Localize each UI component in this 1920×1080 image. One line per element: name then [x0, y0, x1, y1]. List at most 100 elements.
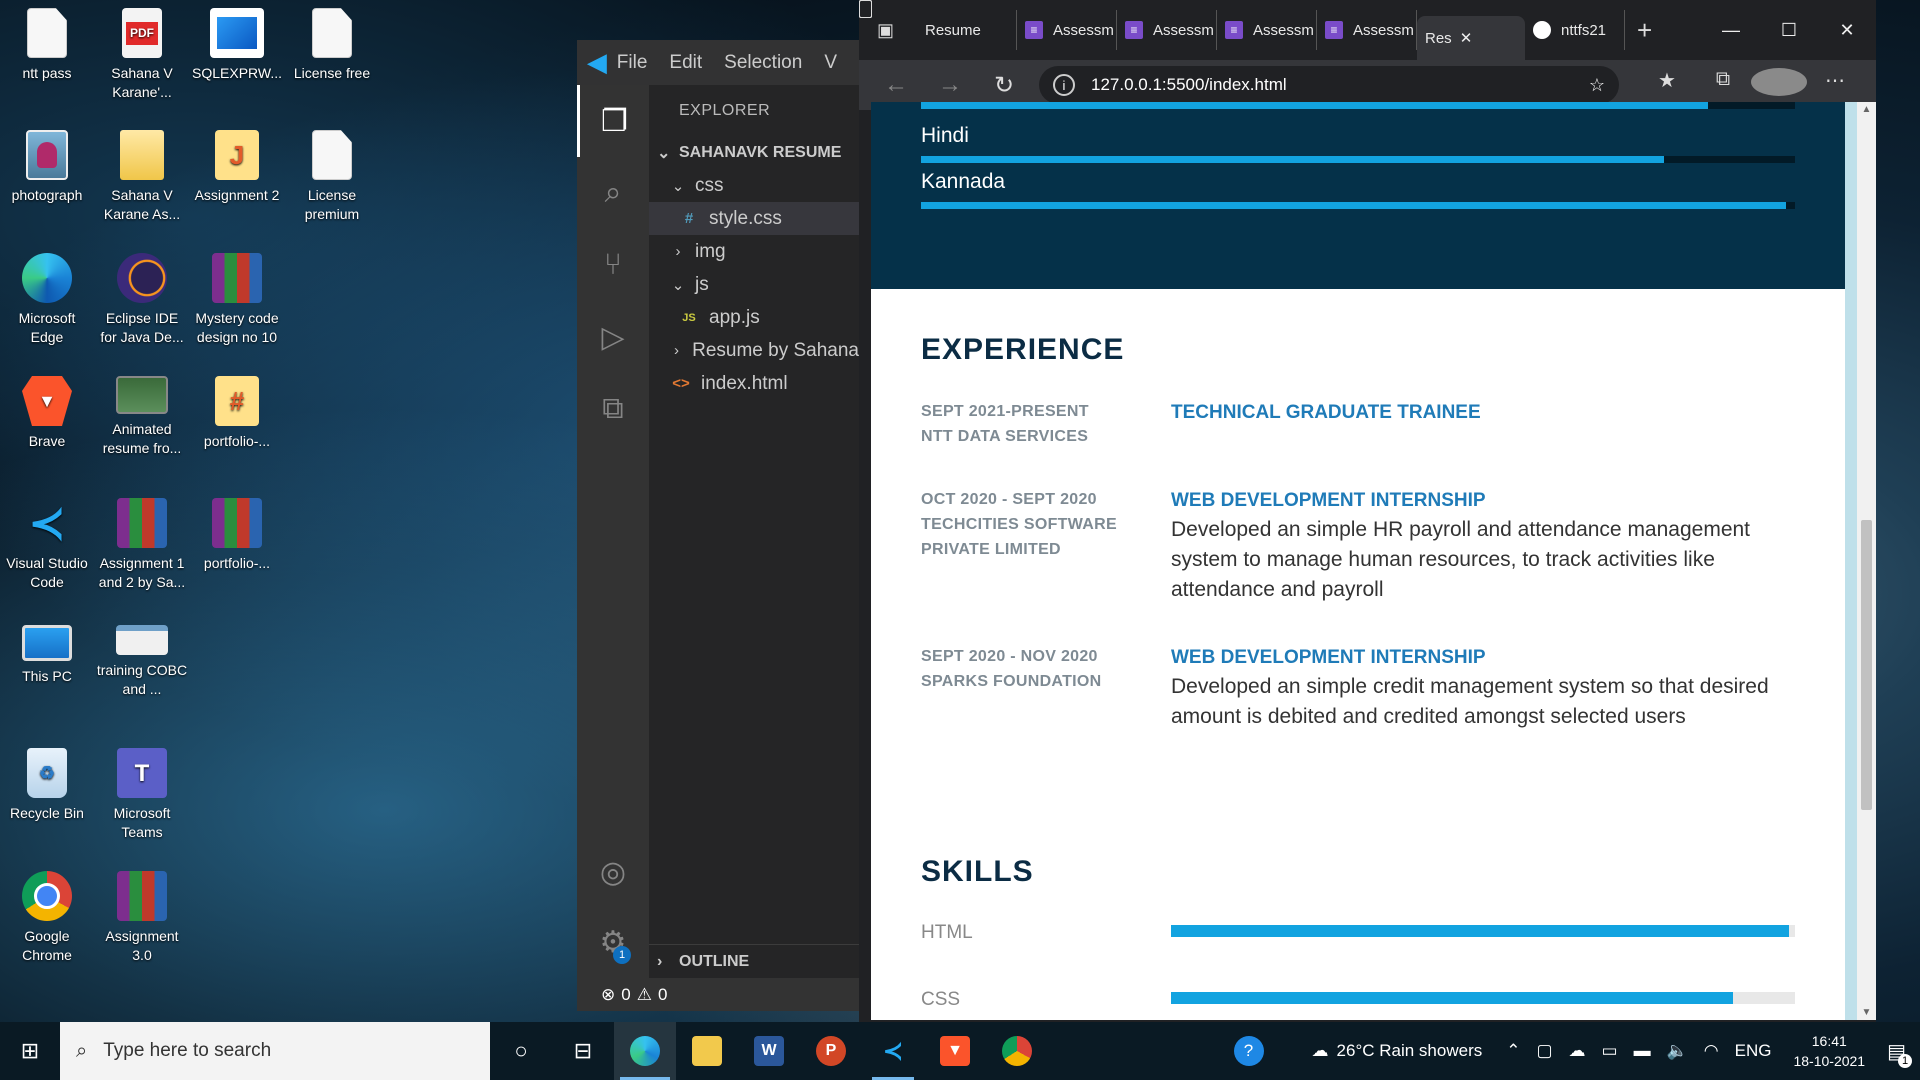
scrollbar-thumb[interactable]	[1861, 520, 1872, 810]
add-favorite-icon[interactable]: ☆	[1589, 75, 1605, 96]
taskbar-brave[interactable]: ▼	[924, 1022, 986, 1080]
task-manager-icon[interactable]: ⊟	[552, 1022, 614, 1080]
forward-icon[interactable]: →	[923, 71, 977, 99]
browser-tab[interactable]: Res ✕	[859, 0, 1525, 60]
address-bar[interactable]: i 127.0.0.1:5500/index.html ☆	[1039, 66, 1619, 104]
collections-icon[interactable]: ⧉	[1695, 68, 1751, 102]
desktop-icon-assignment-1-2[interactable]: Assignment 1 and 2 by Sa...	[96, 498, 188, 592]
settings-gear-icon[interactable]: ⚙ 1	[577, 906, 649, 978]
tree-item[interactable]: › img	[649, 235, 859, 268]
new-tab-icon[interactable]: +	[1637, 15, 1652, 46]
browser-tab[interactable]: nttfs21	[1525, 10, 1625, 50]
scroll-down-icon[interactable]: ▼	[1857, 1007, 1876, 1018]
search-icon[interactable]: ⌕	[577, 157, 649, 229]
desktop-icon-eclipse[interactable]: Eclipse IDE for Java De...	[96, 253, 188, 347]
profile-icon[interactable]	[1751, 68, 1807, 102]
photo-icon	[26, 130, 68, 180]
run-debug-icon[interactable]: ▷	[577, 301, 649, 373]
desktop-icon-sqlexpr[interactable]: SQLEXPRW...	[191, 8, 283, 83]
menu-file[interactable]: File	[617, 52, 648, 74]
taskbar-chrome[interactable]	[986, 1022, 1048, 1080]
desktop-icon-brave[interactable]: ▼ Brave	[1, 376, 93, 451]
tree-item[interactable]: # style.css	[649, 202, 859, 235]
browser-tab[interactable]: ≡ Assessm	[1217, 10, 1317, 50]
css-file-icon: #	[684, 210, 694, 227]
minimize-icon[interactable]: —	[1702, 20, 1760, 41]
desktop-icon-animated-resume[interactable]: Animated resume fro...	[96, 376, 188, 458]
taskbar-powerpoint[interactable]: P	[800, 1022, 862, 1080]
desktop-icon-resume-pdf[interactable]: PDF Sahana V Karane'...	[96, 8, 188, 102]
scroll-up-icon[interactable]: ▲	[1857, 104, 1876, 115]
task-view-icon[interactable]: ○	[490, 1022, 552, 1080]
outline-section[interactable]: › OUTLINE	[649, 944, 859, 978]
taskbar-search[interactable]: ⌕ Type here to search	[60, 1022, 490, 1080]
taskbar-vscode[interactable]: ≺	[862, 1022, 924, 1080]
desktop-icon-license-free[interactable]: License free	[286, 8, 378, 83]
desktop-icon-vscode[interactable]: ≺ Visual Studio Code	[1, 498, 93, 592]
browser-tab[interactable]: ≡ Assessm	[1117, 10, 1217, 50]
browser-tab[interactable]: ≡ Assessm	[1017, 10, 1117, 50]
extensions-icon[interactable]: ⧉	[577, 373, 649, 445]
taskbar-word[interactable]: W	[738, 1022, 800, 1080]
account-icon[interactable]: ◎	[577, 836, 649, 908]
menu-view[interactable]: V	[824, 52, 837, 74]
document-icon	[27, 8, 67, 58]
maximize-icon[interactable]: ☐	[1760, 20, 1818, 41]
error-icon[interactable]: ⊗	[601, 985, 615, 1005]
volume-icon[interactable]: 🔈	[1667, 1041, 1688, 1061]
clock[interactable]: 16:41 18-10-2021	[1793, 1031, 1865, 1071]
desktop-icon-license-premium[interactable]: License premium	[286, 130, 378, 224]
page-viewport[interactable]: Hindi Kannada EXPERIENCE SEPT 2021-PRESE…	[871, 102, 1857, 1020]
desktop-icon-portfolio-rar[interactable]: portfolio-...	[191, 498, 283, 573]
battery-icon[interactable]: ▬	[1634, 1041, 1651, 1061]
windows-start-icon[interactable]: ⊞	[0, 1038, 60, 1064]
tree-item[interactable]: ⌄ css	[649, 169, 859, 202]
menu-selection[interactable]: Selection	[724, 52, 802, 74]
back-icon[interactable]: ←	[869, 71, 923, 99]
desktop-icon-karane-folder[interactable]: Sahana V Karane As...	[96, 130, 188, 224]
weather-text[interactable]: 26°C Rain showers	[1337, 1041, 1483, 1061]
desktop-icon-assignment-2[interactable]: J Assignment 2	[191, 130, 283, 205]
meet-now-icon[interactable]: ▢	[1536, 1041, 1552, 1061]
desktop-icon-edge[interactable]: Microsoft Edge	[1, 253, 93, 347]
weather-icon[interactable]: ☁	[1312, 1041, 1329, 1061]
show-hidden-icons-icon[interactable]: ⌃	[1506, 1041, 1520, 1061]
help-icon[interactable]: ?	[1233, 1036, 1264, 1066]
tree-item[interactable]: JS app.js	[649, 301, 859, 334]
tree-item[interactable]: <> index.html	[649, 367, 859, 400]
taskbar-file-explorer[interactable]	[676, 1022, 738, 1080]
tab-actions-icon[interactable]: ▣	[877, 20, 917, 41]
notifications-icon[interactable]: ▤ 1	[1887, 1039, 1912, 1068]
desktop-icon-ntt-pass[interactable]: ntt pass	[1, 8, 93, 83]
desktop-icon-recycle-bin[interactable]: ♻ Recycle Bin	[1, 748, 93, 823]
browser-tab[interactable]: ≡ Assessm	[1317, 10, 1417, 50]
desktop-icon-portfolio-folder[interactable]: # portfolio-...	[191, 376, 283, 451]
source-control-icon[interactable]: ⑂	[577, 229, 649, 301]
desktop-icon-mystery-code[interactable]: Mystery code design no 10	[191, 253, 283, 347]
wifi-icon[interactable]: ◠	[1704, 1041, 1719, 1061]
onedrive-icon[interactable]: ☁	[1569, 1041, 1586, 1061]
tree-item[interactable]: ⌄ js	[649, 268, 859, 301]
warning-icon[interactable]: ⚠	[637, 985, 652, 1005]
refresh-icon[interactable]: ↻	[977, 71, 1031, 100]
desktop-icon-this-pc[interactable]: This PC	[1, 625, 93, 686]
desktop-icon-chrome[interactable]: Google Chrome	[1, 871, 93, 965]
display-icon[interactable]: ▭	[1602, 1041, 1618, 1061]
more-menu-icon[interactable]: ⋯	[1807, 68, 1863, 102]
page-scrollbar[interactable]: ▲ ▼	[1857, 102, 1876, 1020]
taskbar-edge[interactable]	[614, 1022, 676, 1080]
workspace-header[interactable]: ⌄ SAHANAVK RESUME	[649, 137, 859, 169]
explorer-icon[interactable]: ❐	[577, 85, 649, 157]
menu-edit[interactable]: Edit	[669, 52, 702, 74]
desktop-icon-teams[interactable]: T Microsoft Teams	[96, 748, 188, 842]
tree-item[interactable]: › Resume by Sahana	[649, 334, 859, 367]
site-info-icon[interactable]: i	[1053, 74, 1075, 96]
favorites-icon[interactable]: ★	[1639, 68, 1695, 102]
desktop-icon-assignment-3[interactable]: Assignment 3.0	[96, 871, 188, 965]
browser-tab[interactable]: Resume	[859, 0, 1017, 50]
language-indicator[interactable]: ENG	[1735, 1041, 1772, 1061]
close-icon[interactable]: ✕	[1818, 20, 1876, 41]
tab-close-icon[interactable]: ✕	[1460, 29, 1473, 47]
desktop-icon-photograph[interactable]: photograph	[1, 130, 93, 205]
desktop-icon-training[interactable]: training COBC and ...	[96, 625, 188, 699]
